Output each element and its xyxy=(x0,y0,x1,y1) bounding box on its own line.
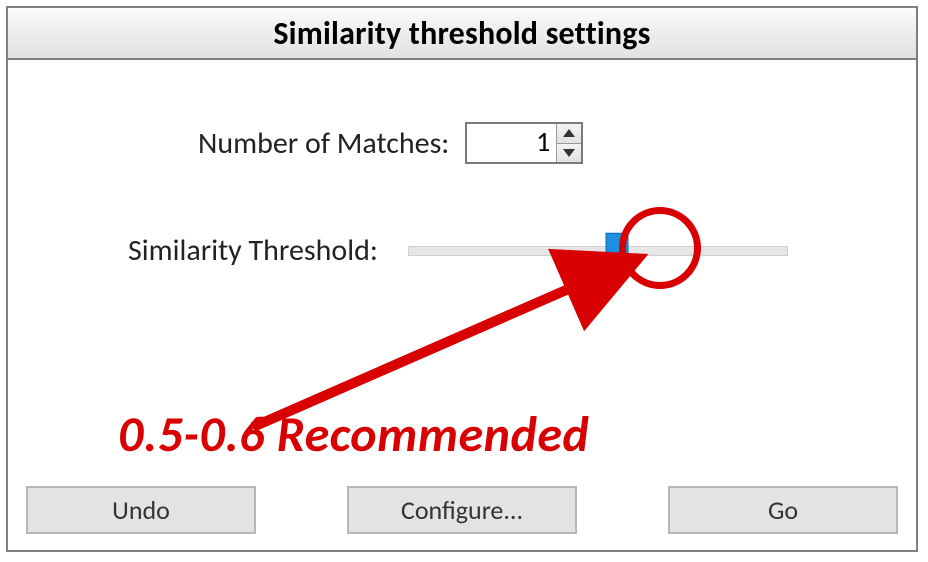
title-bar: Similarity threshold settings xyxy=(6,6,918,60)
dialog-title: Similarity threshold settings xyxy=(273,14,650,53)
button-row: Undo Configure... Go xyxy=(26,486,898,534)
triangle-down-icon xyxy=(563,149,575,157)
configure-button[interactable]: Configure... xyxy=(347,486,577,534)
triangle-up-icon xyxy=(563,129,575,137)
matches-value: 1 xyxy=(467,124,556,162)
stepper-up-button[interactable] xyxy=(557,124,581,144)
row-number-of-matches: Number of Matches: 1 xyxy=(198,122,583,164)
dialog-content: Number of Matches: 1 xyxy=(8,62,916,550)
dialog-panel: Similarity threshold settings Number of … xyxy=(6,6,918,552)
stepper-down-button[interactable] xyxy=(557,144,581,163)
undo-button[interactable]: Undo xyxy=(26,486,256,534)
go-button[interactable]: Go xyxy=(668,486,898,534)
matches-stepper[interactable]: 1 xyxy=(465,122,583,164)
annotation-circle-icon xyxy=(619,207,701,289)
annotation-text: 0.5-0.6 Recommended xyxy=(118,404,589,465)
threshold-slider[interactable] xyxy=(408,243,788,259)
matches-label: Number of Matches: xyxy=(198,125,449,162)
stepper-buttons xyxy=(556,124,581,162)
threshold-label: Similarity Threshold: xyxy=(128,232,378,269)
slider-track xyxy=(408,246,788,256)
